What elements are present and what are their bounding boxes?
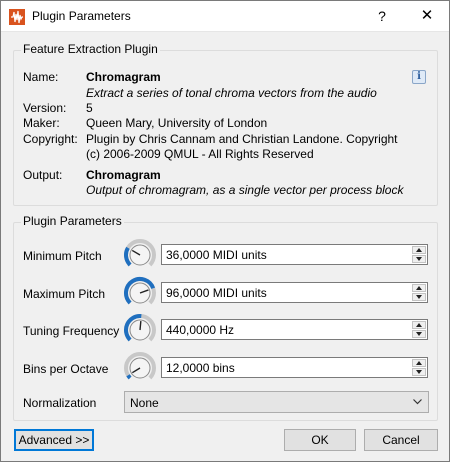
version-label: Version: <box>23 101 67 115</box>
spin-up-arrow-icon[interactable] <box>412 246 426 254</box>
window-title: Plugin Parameters <box>32 9 131 23</box>
normalization-label: Normalization <box>23 396 97 410</box>
knob-level-arc <box>126 374 132 380</box>
plugin-parameters-dialog: Plugin Parameters ? ✕ Feature Extraction… <box>0 0 450 462</box>
plugin-name: Chromagram <box>86 70 161 84</box>
minimum-pitch-spin-arrows <box>412 246 426 263</box>
maker-label: Maker: <box>23 116 60 130</box>
minimum-pitch-value: 36,0000 MIDI units <box>166 248 267 262</box>
maker-value: Queen Mary, University of London <box>86 116 268 130</box>
maximum-pitch-label: Maximum Pitch <box>23 287 106 301</box>
maximum-pitch-spin-arrows <box>412 284 426 301</box>
spin-down-arrow-icon[interactable] <box>412 255 426 263</box>
spin-down-arrow-icon[interactable] <box>412 293 426 301</box>
waveform-app-icon <box>9 9 25 25</box>
close-button[interactable]: ✕ <box>415 6 439 26</box>
info-icon[interactable]: i <box>412 70 426 84</box>
normalization-value: None <box>130 396 159 410</box>
maximum-pitch-value: 96,0000 MIDI units <box>166 286 267 300</box>
minimum-pitch-knob[interactable] <box>123 238 157 272</box>
spin-up-arrow-icon[interactable] <box>412 321 426 329</box>
output-label: Output: <box>23 168 63 182</box>
spin-up-arrow-icon[interactable] <box>412 359 426 367</box>
output-description: Output of chromagram, as a single vector… <box>86 183 404 197</box>
maximum-pitch-knob[interactable] <box>123 276 157 310</box>
tuning-frequency-value: 440,0000 Hz <box>166 323 235 337</box>
minimum-pitch-label: Minimum Pitch <box>23 249 102 263</box>
parameters-group-title: Plugin Parameters <box>21 214 124 228</box>
version-value: 5 <box>86 101 93 115</box>
tuning-frequency-knob[interactable] <box>123 313 157 347</box>
bins-per-octave-spin-arrows <box>412 359 426 376</box>
tuning-frequency-spinbox[interactable]: 440,0000 Hz <box>161 319 428 340</box>
name-label: Name: <box>23 70 59 84</box>
bins-per-octave-value: 12,0000 bins <box>166 361 235 375</box>
feature-group-title: Feature Extraction Plugin <box>21 42 160 56</box>
bins-per-octave-knob[interactable] <box>123 351 157 385</box>
ok-button[interactable]: OK <box>284 429 356 451</box>
output-name: Chromagram <box>86 168 161 182</box>
copyright-line-1: Plugin by Chris Cannam and Christian Lan… <box>86 132 398 146</box>
bins-per-octave-label: Bins per Octave <box>23 362 109 376</box>
knob-level-arc <box>124 246 132 267</box>
cancel-button[interactable]: Cancel <box>364 429 438 451</box>
title-bar: Plugin Parameters ? ✕ <box>1 1 449 32</box>
bins-per-octave-spinbox[interactable]: 12,0000 bins <box>161 357 428 378</box>
knob-pointer <box>139 320 142 331</box>
copyright-label: Copyright: <box>23 132 78 146</box>
normalization-select[interactable]: None <box>124 391 429 413</box>
spin-down-arrow-icon[interactable] <box>412 330 426 338</box>
spin-up-arrow-icon[interactable] <box>412 284 426 292</box>
tuning-frequency-spin-arrows <box>412 321 426 338</box>
chevron-down-icon <box>413 399 422 405</box>
help-button[interactable]: ? <box>371 6 393 26</box>
maximum-pitch-spinbox[interactable]: 96,0000 MIDI units <box>161 282 428 303</box>
plugin-description: Extract a series of tonal chroma vectors… <box>86 86 377 100</box>
minimum-pitch-spinbox[interactable]: 36,0000 MIDI units <box>161 244 428 265</box>
advanced-button[interactable]: Advanced >> <box>14 429 94 451</box>
spin-down-arrow-icon[interactable] <box>412 368 426 376</box>
copyright-line-2: (c) 2006-2009 QMUL - All Rights Reserved <box>86 147 314 161</box>
tuning-frequency-label: Tuning Frequency <box>23 324 120 338</box>
